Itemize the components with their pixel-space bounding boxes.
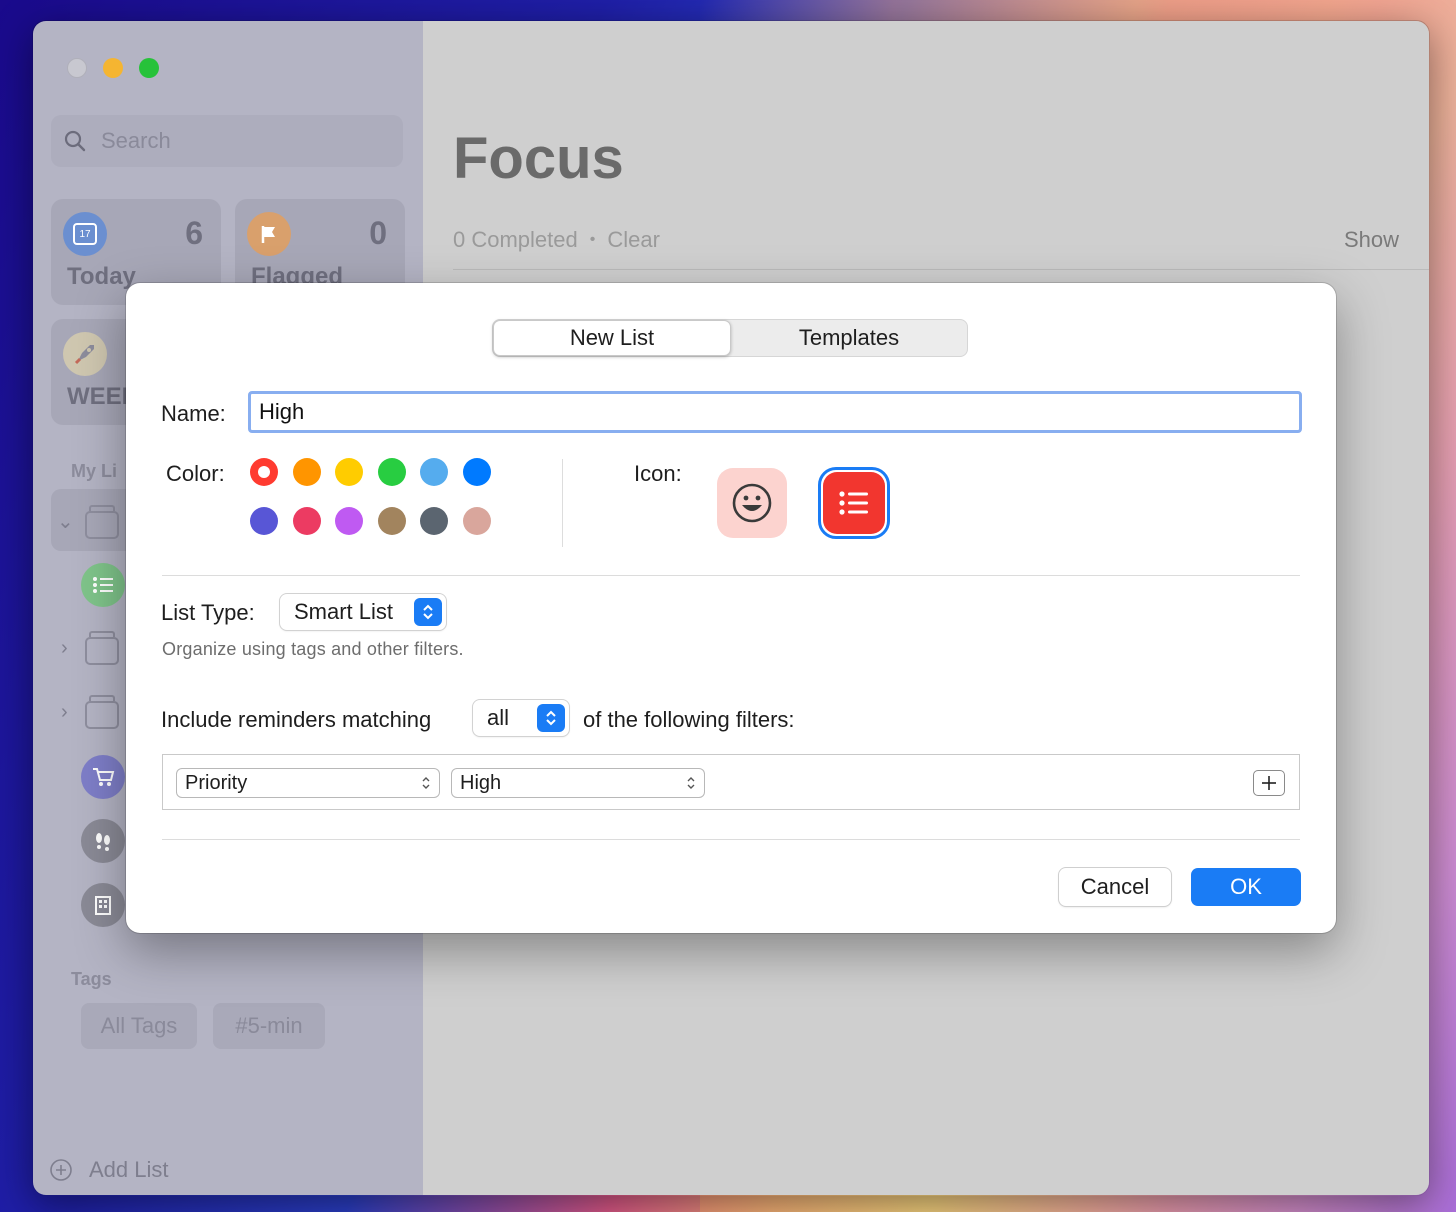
filter-value-popup[interactable]: High [452, 769, 704, 797]
color-swatch[interactable] [420, 458, 449, 486]
chevron-right-icon[interactable]: › [61, 637, 68, 660]
tab-new-list[interactable]: New List [493, 320, 731, 356]
calendar-date: 17 [73, 223, 97, 245]
add-list-button[interactable]: Add List [49, 1157, 169, 1183]
chevron-updown-icon [537, 704, 565, 732]
filter-field-popup[interactable]: Priority [177, 769, 439, 797]
close-window-button[interactable] [67, 58, 87, 78]
color-swatch[interactable] [463, 507, 491, 535]
filter-value: High [460, 771, 502, 794]
color-swatch[interactable] [292, 507, 321, 535]
name-field[interactable]: High [248, 391, 1302, 433]
zoom-window-button[interactable] [139, 58, 159, 78]
tags-heading: Tags [71, 969, 112, 989]
chevron-right-icon[interactable]: › [61, 701, 68, 724]
divider [453, 269, 1429, 270]
search-icon [64, 130, 86, 152]
chevron-updown-icon [414, 598, 442, 626]
clear-button[interactable]: Clear [607, 227, 660, 253]
show-button[interactable]: Show [1344, 227, 1399, 253]
color-label: Color: [166, 461, 225, 486]
color-swatch[interactable] [377, 458, 406, 486]
color-swatch[interactable] [420, 507, 449, 535]
list-type-popup[interactable]: Smart List [280, 594, 446, 630]
include-prefix-label: Include reminders matching [161, 707, 432, 732]
smiley-icon[interactable] [717, 468, 787, 538]
my-lists-heading: My Li [71, 461, 118, 481]
cart-icon[interactable] [81, 755, 125, 799]
cancel-button[interactable]: Cancel [1059, 868, 1171, 906]
color-swatch[interactable] [292, 458, 321, 486]
chevron-updown-icon [422, 777, 430, 789]
list-title: Focus [453, 126, 624, 191]
list-bullet-icon[interactable] [81, 563, 125, 607]
separator-dot: • [589, 231, 596, 248]
folder-icon [85, 631, 119, 665]
flag-icon [247, 212, 291, 256]
add-filter-button[interactable] [1253, 770, 1285, 796]
list-type-description: Organize using tags and other filters. [162, 639, 464, 659]
color-swatch[interactable] [335, 507, 364, 535]
calendar-icon: 17 [63, 212, 107, 256]
chevron-updown-icon [687, 777, 695, 789]
minimize-window-button[interactable] [103, 58, 123, 78]
filter-field-value: Priority [185, 771, 248, 794]
tag-5-min[interactable]: #5-min [213, 1003, 325, 1049]
today-label: Today [67, 263, 136, 290]
plus-circle-icon [50, 1159, 72, 1181]
list-bullet-icon[interactable] [823, 472, 885, 534]
footprints-icon[interactable] [81, 819, 125, 863]
search-placeholder: Search [101, 128, 171, 153]
search-field[interactable]: Search [51, 115, 403, 167]
filter-rule-row: Priority High [162, 754, 1300, 810]
ok-button[interactable]: OK [1191, 868, 1301, 906]
include-suffix-label: of the following filters: [583, 707, 795, 732]
match-popup[interactable]: all [473, 700, 569, 736]
completed-status: 0 Completed • Clear [453, 227, 660, 253]
vertical-divider [562, 459, 563, 547]
color-swatch[interactable] [463, 458, 491, 486]
plus-icon [1262, 776, 1276, 790]
flagged-count: 0 [369, 215, 387, 251]
footer-divider [162, 839, 1300, 840]
add-list-label: Add List [89, 1157, 169, 1182]
building-icon[interactable] [81, 883, 125, 927]
rocket-icon [63, 332, 107, 376]
folder-icon [85, 505, 119, 539]
today-count: 6 [185, 215, 203, 251]
color-swatch[interactable] [335, 458, 364, 486]
name-label: Name: [161, 401, 226, 426]
completed-count: 0 Completed [453, 227, 578, 252]
list-type-value: Smart List [294, 599, 394, 624]
color-swatch[interactable] [377, 507, 406, 535]
chevron-down-icon[interactable]: ⌄ [57, 509, 74, 534]
icon-label: Icon: [634, 461, 682, 486]
section-divider [162, 575, 1300, 576]
new-list-dialog: New List Templates Name: High Color: Ico… [126, 283, 1336, 933]
color-swatch[interactable] [250, 458, 278, 486]
segmented-control: New List Templates [492, 319, 968, 357]
tag-all-tags[interactable]: All Tags [81, 1003, 197, 1049]
match-value: all [487, 705, 510, 730]
color-swatch[interactable] [250, 507, 278, 535]
list-type-label: List Type: [161, 600, 255, 625]
tab-templates[interactable]: Templates [731, 320, 967, 356]
folder-icon [85, 695, 119, 729]
name-value: High [259, 399, 305, 424]
